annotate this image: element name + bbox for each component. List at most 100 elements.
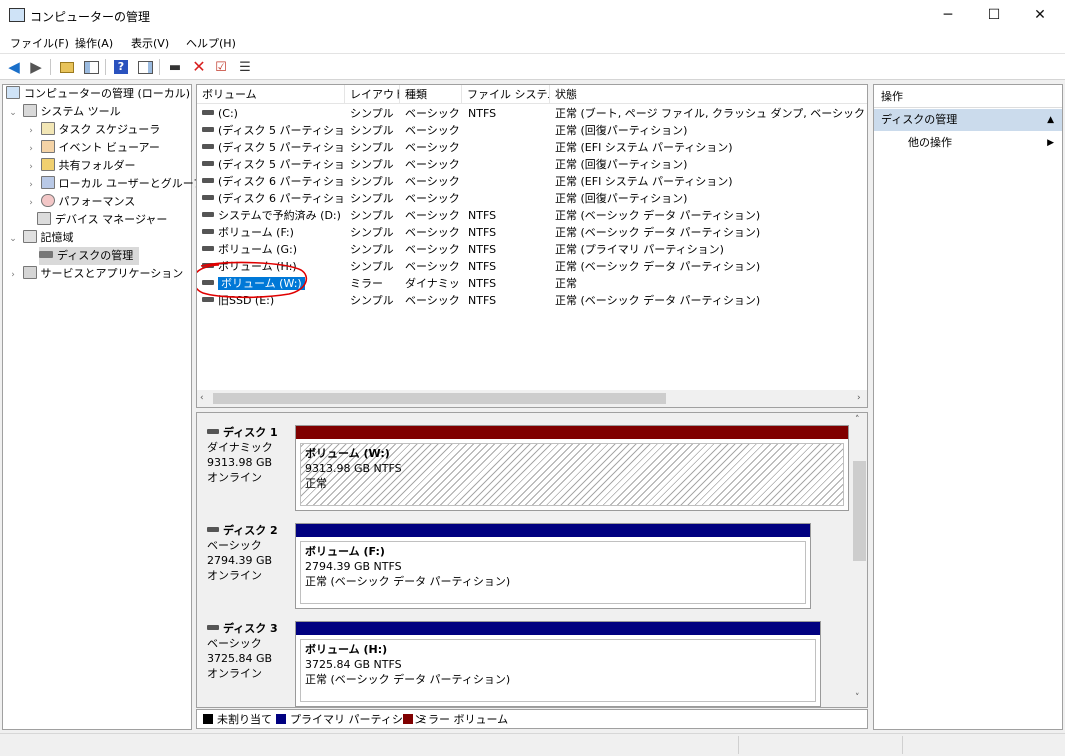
volume-status: 正常 (EFI システム パーティション) xyxy=(555,141,733,154)
volume-status: 正常 (ベーシック データ パーティション) xyxy=(555,260,761,273)
volume-type: ベーシック xyxy=(405,260,460,273)
tree-item-services[interactable]: › サービスとアプリケーション xyxy=(7,265,183,283)
tree-item-event-viewer[interactable]: › イベント ビューアー xyxy=(25,139,160,157)
column-header-filesystem[interactable]: ファイル システム xyxy=(462,85,550,104)
volume-filesystem: NTFS xyxy=(468,209,497,222)
volume-row[interactable]: (ディスク 5 パーティション 1) シンプル ベーシック 正常 (回復パーティ… xyxy=(197,122,867,139)
menu-help[interactable]: ヘルプ(H) xyxy=(186,35,236,51)
menu-view[interactable]: 表示(V) xyxy=(131,35,169,51)
partition-block[interactable]: ボリューム (H:) 3725.84 GB NTFS 正常 (ベーシック データ… xyxy=(295,621,821,707)
status-separator xyxy=(738,736,739,754)
primary-partition-bar xyxy=(296,622,820,635)
partition-details: ボリューム (H:) 3725.84 GB NTFS 正常 (ベーシック データ… xyxy=(300,639,816,702)
tree-item-system-tools[interactable]: ⌄ システム ツール xyxy=(7,103,121,121)
computer-management-app-icon[interactable] xyxy=(9,8,25,22)
vertical-scrollbar[interactable]: ˄ ˅ xyxy=(852,413,867,707)
volume-type: ベーシック xyxy=(405,141,460,154)
disk-size: 2794.39 GB xyxy=(207,554,273,567)
tree-item-performance[interactable]: › パフォーマンス xyxy=(25,193,135,211)
volume-row[interactable]: (ディスク 6 パーティション 4) シンプル ベーシック 正常 (回復パーティ… xyxy=(197,190,867,207)
toolbar-separator xyxy=(50,59,51,75)
more-operations-label: 他の操作 xyxy=(908,136,952,149)
chevron-right-icon[interactable]: › xyxy=(7,266,19,284)
tree-item-device-manager[interactable]: デバイス マネージャー xyxy=(37,211,167,229)
horizontal-scrollbar[interactable]: ‹ › xyxy=(197,390,867,407)
tree-item-disk-management[interactable]: ディスクの管理 xyxy=(39,247,140,265)
volume-name: システムで予約済み (D:) xyxy=(202,207,344,224)
tree-item-task-scheduler[interactable]: › タスク スケジューラ xyxy=(25,121,160,139)
volume-type: ベーシック xyxy=(405,107,460,120)
disk-status: オンライン xyxy=(207,471,262,484)
show-hide-tree-icon[interactable] xyxy=(82,58,100,76)
volume-filesystem: NTFS xyxy=(468,226,497,239)
tree-label: サービスとアプリケーション xyxy=(40,267,184,280)
volume-layout: シンプル xyxy=(350,192,394,205)
partition-status: 正常 xyxy=(305,477,327,490)
volume-row[interactable]: (ディスク 5 パーティション 2) シンプル ベーシック 正常 (EFI シス… xyxy=(197,139,867,156)
list-icon[interactable]: ☰ xyxy=(236,58,254,76)
toolbar: ◀ ▶ ? ▬ ✕ ☑ ☰ xyxy=(0,53,1065,80)
volume-row[interactable]: (C:) シンプル ベーシック NTFS 正常 (ブート, ページ ファイル, … xyxy=(197,105,867,122)
tree-item-root[interactable]: コンピューターの管理 (ローカル) xyxy=(6,85,190,103)
connect-icon[interactable]: ▬ xyxy=(166,58,184,76)
scroll-left-icon[interactable]: ‹ xyxy=(200,393,204,403)
legend-mirror: ミラー ボリューム xyxy=(403,713,508,727)
legend-swatch xyxy=(403,714,413,724)
scroll-right-icon[interactable]: › xyxy=(857,393,861,403)
volume-layout: シンプル xyxy=(350,107,394,120)
column-header-volume[interactable]: ボリューム xyxy=(197,85,345,104)
chevron-right-icon[interactable]: › xyxy=(25,140,37,158)
chevron-right-icon[interactable]: › xyxy=(25,122,37,140)
scrollbar-thumb[interactable] xyxy=(853,461,866,561)
partition-details: ボリューム (W:) 9313.98 GB NTFS 正常 xyxy=(300,443,844,506)
volume-row[interactable]: ボリューム (F:) シンプル ベーシック NTFS 正常 (ベーシック データ… xyxy=(197,224,867,241)
chevron-right-icon[interactable]: › xyxy=(25,176,37,194)
drive-icon xyxy=(202,161,214,166)
chevron-right-icon[interactable]: › xyxy=(25,158,37,176)
up-folder-icon[interactable] xyxy=(58,58,76,76)
chevron-down-icon[interactable]: ⌄ xyxy=(7,104,19,122)
menu-action[interactable]: 操作(A) xyxy=(75,35,113,51)
volume-row[interactable]: (ディスク 6 パーティション 3) シンプル ベーシック 正常 (EFI シス… xyxy=(197,173,867,190)
actions-section-disk-management[interactable]: ディスクの管理 ▲ xyxy=(874,109,1062,131)
maximize-button[interactable]: ☐ xyxy=(971,0,1017,31)
properties-panel-icon[interactable] xyxy=(136,58,154,76)
volume-status: 正常 xyxy=(555,277,577,290)
disk-info[interactable]: ディスク 2 ベーシック 2794.39 GB オンライン xyxy=(199,517,293,613)
disk-info[interactable]: ディスク 1 ダイナミック 9313.98 GB オンライン xyxy=(199,419,293,515)
chevron-right-icon[interactable]: › xyxy=(25,194,37,212)
check-icon[interactable]: ☑ xyxy=(212,58,230,76)
tree-item-storage[interactable]: ⌄ 記憶域 xyxy=(7,229,74,247)
volume-row[interactable]: システムで予約済み (D:) シンプル ベーシック NTFS 正常 (ベーシック… xyxy=(197,207,867,224)
forward-arrow-icon[interactable]: ▶ xyxy=(27,58,45,76)
collapse-up-icon[interactable]: ▲ xyxy=(1047,109,1054,131)
tree-item-local-users[interactable]: › ローカル ユーザーとグループ xyxy=(25,175,204,193)
column-header-status[interactable]: 状態 xyxy=(550,85,867,104)
actions-header: 操作 xyxy=(874,85,1062,108)
partition-block[interactable]: ボリューム (W:) 9313.98 GB NTFS 正常 xyxy=(295,425,849,511)
tree-item-shared-folders[interactable]: › 共有フォルダー xyxy=(25,157,136,175)
chevron-down-icon[interactable]: ⌄ xyxy=(7,230,19,248)
back-arrow-icon[interactable]: ◀ xyxy=(5,58,23,76)
minimize-button[interactable]: ─ xyxy=(925,0,971,31)
menu-file[interactable]: ファイル(F) xyxy=(10,35,69,51)
volume-status: 正常 (プライマリ パーティション) xyxy=(555,243,724,256)
drive-icon xyxy=(202,110,214,115)
actions-more-operations[interactable]: 他の操作 ▶ xyxy=(874,133,1062,153)
close-button[interactable]: ✕ xyxy=(1017,0,1063,31)
column-header-type[interactable]: 種類 xyxy=(400,85,462,104)
scroll-down-icon[interactable]: ˅ xyxy=(855,693,860,703)
volume-status: 正常 (ベーシック データ パーティション) xyxy=(555,294,761,307)
column-header-layout[interactable]: レイアウト xyxy=(345,85,400,104)
volume-name: (ディスク 6 パーティション 3) xyxy=(202,173,344,190)
actions-section-label: ディスクの管理 xyxy=(881,113,958,126)
scroll-up-icon[interactable]: ˄ xyxy=(855,415,860,425)
partition-block[interactable]: ボリューム (F:) 2794.39 GB NTFS 正常 (ベーシック データ… xyxy=(295,523,811,609)
volume-row[interactable]: (ディスク 5 パーティション 5) シンプル ベーシック 正常 (回復パーティ… xyxy=(197,156,867,173)
help-icon[interactable]: ? xyxy=(112,58,130,76)
delete-icon[interactable]: ✕ xyxy=(190,58,208,76)
menu-bar: ファイル(F) 操作(A) 表示(V) ヘルプ(H) xyxy=(0,31,1065,53)
scrollbar-thumb[interactable] xyxy=(213,393,666,404)
disk-info[interactable]: ディスク 3 ベーシック 3725.84 GB オンライン xyxy=(199,615,293,707)
volume-row[interactable]: ボリューム (G:) シンプル ベーシック NTFS 正常 (プライマリ パーテ… xyxy=(197,241,867,258)
